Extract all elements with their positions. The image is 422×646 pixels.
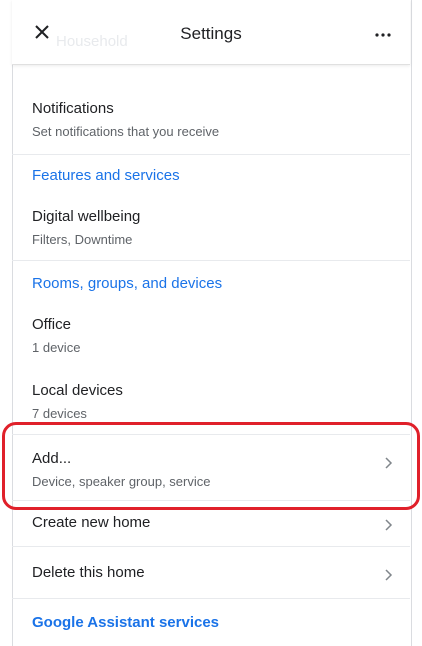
divider <box>12 546 410 547</box>
notifications-item[interactable]: Notifications Set notifications that you… <box>12 86 410 146</box>
create-new-home-title: Create new home <box>32 514 151 531</box>
delete-this-home-title: Delete this home <box>32 564 145 581</box>
office-title: Office <box>32 316 71 333</box>
add-item[interactable]: Add... Device, speaker group, service <box>12 436 410 500</box>
notifications-subtitle: Set notifications that you receive <box>32 124 220 139</box>
chevron-right-icon <box>384 518 394 532</box>
divider <box>12 154 410 155</box>
notifications-title: Notifications <box>32 100 114 117</box>
chevron-right-icon <box>384 568 394 582</box>
divider <box>12 260 410 261</box>
divider <box>12 434 410 435</box>
local-devices-title: Local devices <box>32 382 123 399</box>
google-assistant-services-item[interactable]: Google Assistant services <box>12 600 410 640</box>
office-item[interactable]: Office 1 device <box>12 304 410 362</box>
chevron-right-icon <box>384 456 394 470</box>
add-title: Add... <box>32 450 72 467</box>
digital-wellbeing-title: Digital wellbeing <box>32 208 141 225</box>
divider <box>12 500 410 501</box>
local-devices-item[interactable]: Local devices 7 devices <box>12 370 410 428</box>
section-header-features: Features and services <box>32 167 180 184</box>
delete-this-home-item[interactable]: Delete this home <box>12 548 410 594</box>
more-horizontal-icon[interactable] <box>372 22 394 42</box>
digital-wellbeing-item[interactable]: Digital wellbeing Filters, Downtime <box>12 194 410 254</box>
local-devices-subtitle: 7 devices <box>32 406 87 421</box>
section-header-rooms: Rooms, groups, and devices <box>32 275 223 292</box>
google-assistant-services-label: Google Assistant services <box>32 614 220 631</box>
create-new-home-item[interactable]: Create new home <box>12 502 410 544</box>
page-title: Settings <box>180 24 242 43</box>
add-subtitle: Device, speaker group, service <box>32 474 211 489</box>
top-app-bar: Household Settings <box>12 0 410 65</box>
office-subtitle: 1 device <box>32 340 81 355</box>
digital-wellbeing-subtitle: Filters, Downtime <box>32 232 133 247</box>
divider <box>12 598 410 599</box>
